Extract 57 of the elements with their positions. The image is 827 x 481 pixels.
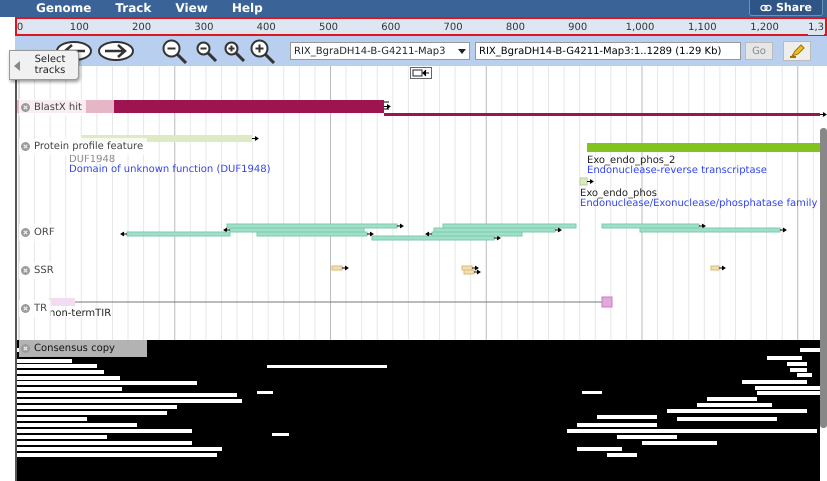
track-label[interactable]: TR <box>19 300 52 317</box>
protein-feature-bar <box>580 178 594 186</box>
ssr-bar <box>710 266 726 270</box>
zoom-out-icon[interactable] <box>162 38 187 64</box>
menu-item[interactable]: View <box>163 0 220 17</box>
close-icon[interactable] <box>21 266 30 275</box>
track-label[interactable]: Consensus copy <box>19 340 147 357</box>
select-tracks-tab[interactable]: Select tracks <box>9 50 79 80</box>
ruler-tick-label: 200 <box>132 21 152 35</box>
menu-item[interactable]: Genome <box>24 0 104 17</box>
ruler-tick-label: 900 <box>568 21 588 35</box>
tr-marker <box>602 296 612 308</box>
zoom-out-icon[interactable] <box>196 40 217 62</box>
feature-name: non-termTIR <box>49 307 112 321</box>
track-label[interactable]: BlastX hit <box>19 99 86 116</box>
select-tracks-label: Select tracks <box>34 54 66 76</box>
overview-toggle-icon[interactable] <box>410 67 432 79</box>
tr-marker <box>49 298 75 306</box>
ruler-tick-label: 700 <box>444 21 463 35</box>
feature-name: DUF1948 <box>69 153 116 165</box>
zoom-in-icon[interactable] <box>224 40 245 62</box>
highlighter-icon <box>789 44 805 58</box>
ruler-tick-label: 500 <box>318 21 338 35</box>
highlight-button[interactable] <box>783 41 811 61</box>
ruler-tick-label: 1,200 <box>750 21 779 35</box>
feature-description: Endonuclease/Exonuclease/phosphatase family <box>580 198 818 211</box>
zoom-in-icon[interactable] <box>250 38 275 64</box>
ruler-tick-label: 800 <box>506 21 525 35</box>
location-field[interactable]: RIX_BgraDH14-B-G4211-Map3:1..1289 (1.29 Kb) <box>475 42 741 60</box>
ruler-tick-label: 0 <box>16 21 24 35</box>
menu-item[interactable]: Help <box>220 0 275 17</box>
ruler-tick-label: 100 <box>70 21 89 35</box>
caret-icon <box>14 61 20 71</box>
feature-name: Exo_endo_phos_2 <box>587 154 676 166</box>
menu-item[interactable]: Track <box>103 0 164 17</box>
close-icon[interactable] <box>21 228 30 237</box>
ssr-bar <box>332 266 349 270</box>
share-button[interactable]: Share <box>748 0 823 16</box>
close-icon[interactable] <box>21 344 30 353</box>
scrollbar[interactable] <box>820 128 827 428</box>
feature-description: Domain of unknown function (DUF1948) <box>69 163 270 177</box>
ruler-tick-label: 1,000 <box>626 21 654 35</box>
close-icon[interactable] <box>21 304 30 313</box>
close-icon[interactable] <box>21 103 30 112</box>
ruler-bar[interactable]: 0 100 200 300 400 500 600 700 800 900 1,000 1,100 1,200 1,3 <box>15 17 827 36</box>
close-icon[interactable] <box>21 142 30 151</box>
feature-description: Endonuclease-reverse transcriptase <box>587 165 767 178</box>
track-label[interactable]: Protein profile feature <box>19 138 148 155</box>
ruler-tick-label: 600 <box>381 21 400 35</box>
ruler-tick-label: 1,100 <box>688 21 717 35</box>
caret-icon <box>455 46 469 56</box>
ruler-tick-label: 1,3 <box>808 20 824 35</box>
ruler-tick-label: 400 <box>256 21 276 35</box>
link-icon <box>760 4 772 12</box>
feature-name: Exo_endo_phos <box>580 187 658 199</box>
ruler-tick-label: 300 <box>194 21 214 35</box>
reference-select[interactable]: RIX_BgraDH14-B-G4211-Map3 <box>290 42 470 60</box>
